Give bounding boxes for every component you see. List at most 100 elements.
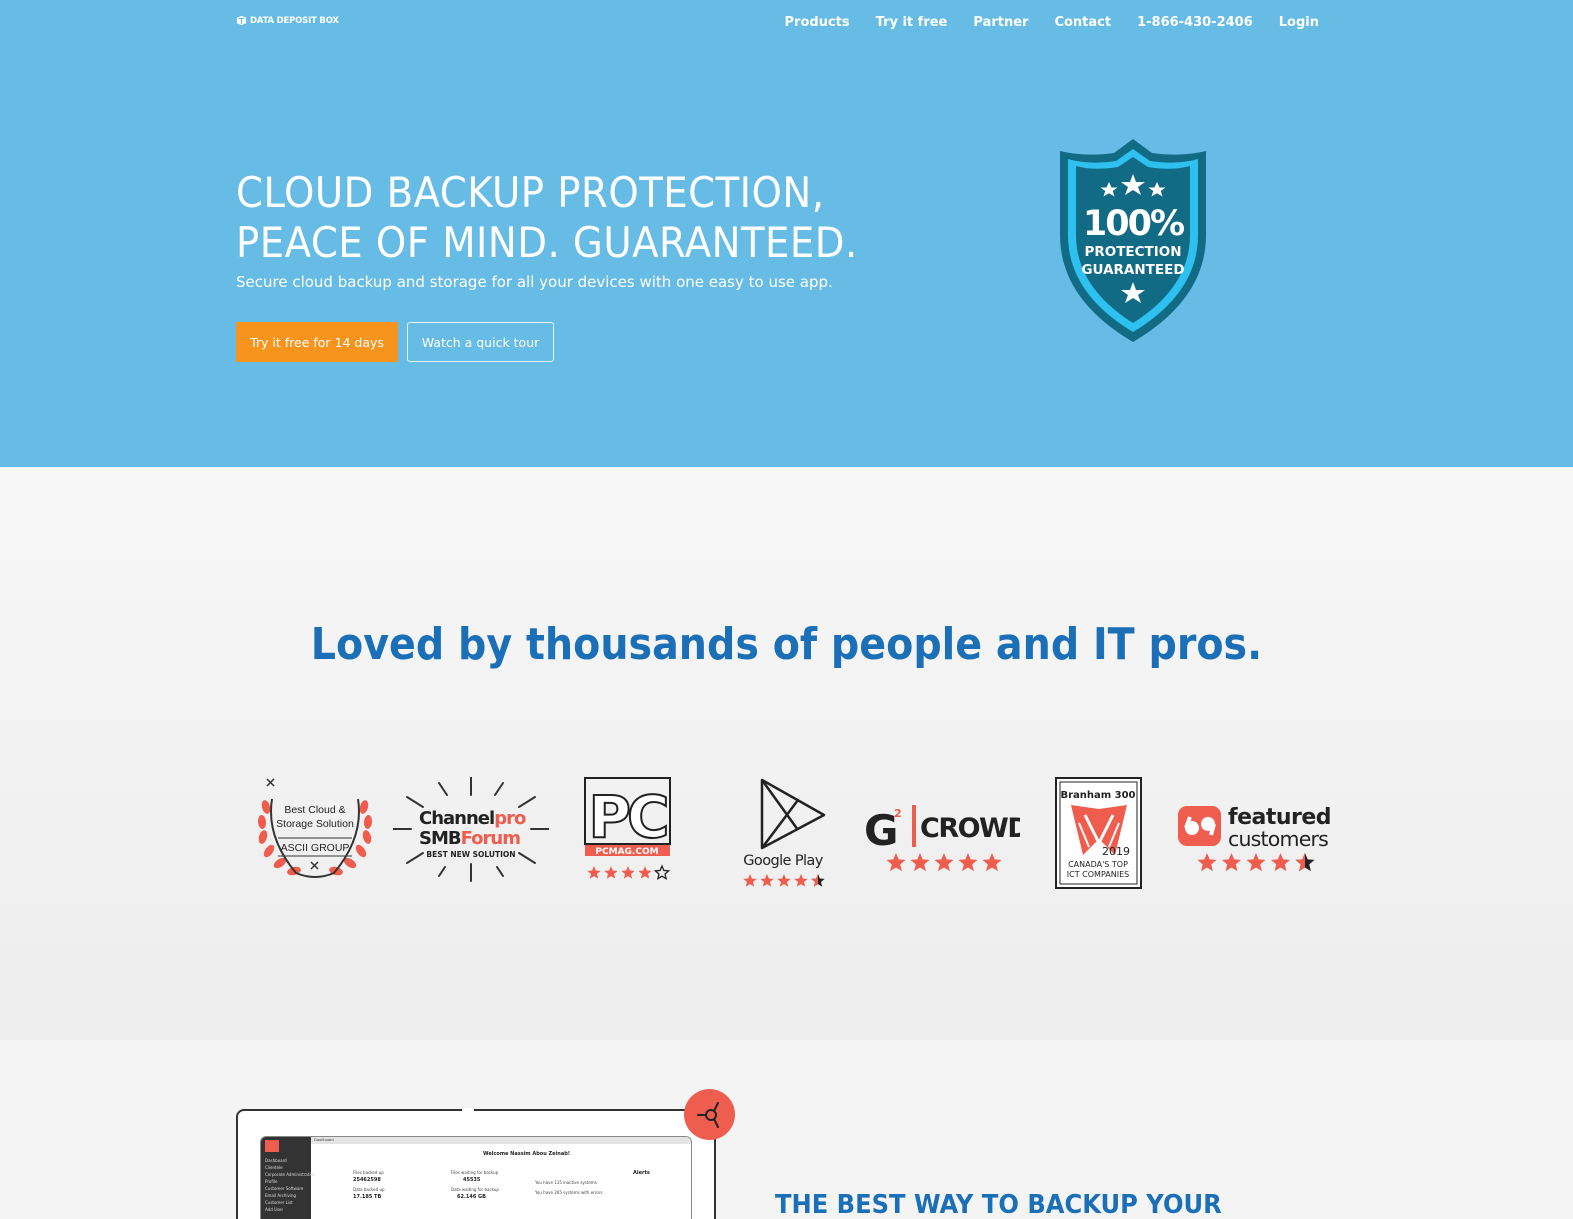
dashboard-data-value: 17.185 TB bbox=[353, 1194, 382, 1200]
star-filled-icon bbox=[1270, 853, 1291, 872]
ascii-line2: Storage Solution bbox=[276, 818, 354, 830]
dashboard-data-waiting-label: Data waiting for backup bbox=[451, 1187, 499, 1192]
dashboard-sidebar-item: Profile bbox=[265, 1179, 278, 1184]
star-filled-icon bbox=[604, 866, 618, 879]
star-empty-icon bbox=[653, 864, 671, 881]
google-play-label: Google Play bbox=[743, 853, 823, 869]
main-nav: Products Try it free Partner Contact 1-8… bbox=[785, 14, 1319, 32]
shield-guaranteed: GUARANTEED bbox=[1081, 262, 1184, 278]
star-filled-icon bbox=[621, 866, 635, 879]
channelpro-line2: SMBForum bbox=[419, 828, 520, 849]
g2-rating-stars bbox=[886, 853, 1002, 872]
channelpro-line3: BEST NEW SOLUTION bbox=[426, 850, 515, 859]
network-node-icon bbox=[697, 1102, 719, 1128]
channelpro-award-badge: Channelpro SMBForum BEST NEW SOLUTION bbox=[393, 777, 549, 882]
g2-logo-sup: 2 bbox=[894, 807, 902, 820]
dashboard-sidebar-item: Customer Software bbox=[265, 1186, 304, 1191]
protection-shield-icon: 100% PROTECTION GUARANTEED bbox=[1060, 139, 1206, 342]
featured-customers-award-badge: featured customers bbox=[1178, 805, 1332, 872]
dashboard-screenshot: Dashboard Clientele Corporate Administra… bbox=[260, 1136, 692, 1219]
channelpro-pro: pro bbox=[494, 808, 526, 829]
google-play-award-badge: Google Play bbox=[743, 778, 826, 887]
featured-rating-stars bbox=[1197, 853, 1315, 872]
google-play-icon bbox=[760, 778, 826, 850]
awards-section: Loved by thousands of people and IT pros… bbox=[0, 467, 1573, 1040]
nav-login[interactable]: Login bbox=[1279, 14, 1319, 32]
branham300-award-badge: Branham 300 2019 CANADA'S TOP ICT COMPAN… bbox=[1055, 777, 1142, 889]
dashboard-data-waiting-value: 62.146 GB bbox=[457, 1194, 486, 1200]
dashboard-sidebar-item: Dashboard bbox=[265, 1158, 287, 1163]
pcmag-domain: PCMAG.COM bbox=[595, 847, 658, 857]
channelpro-smb: SMB bbox=[419, 828, 461, 849]
dashboard-logo-icon bbox=[265, 1140, 279, 1152]
star-filled-icon bbox=[743, 874, 757, 887]
dashboard-main: Dashboard Welcome Nassim Abou Zeinab! Fi… bbox=[311, 1137, 691, 1219]
nav-products[interactable]: Products bbox=[785, 14, 850, 32]
star-filled-icon bbox=[1246, 853, 1266, 872]
star-filled-icon bbox=[1221, 853, 1242, 872]
star-filled-icon bbox=[982, 853, 1002, 872]
try-free-button[interactable]: Try it free for 14 days bbox=[236, 322, 398, 362]
featured-line2: customers bbox=[1228, 827, 1328, 851]
star-filled-icon bbox=[910, 853, 930, 872]
dashboard-alert: You have 265 systems with errors bbox=[535, 1190, 603, 1195]
dashboard-files-label: Files backed up bbox=[353, 1170, 384, 1175]
awards-title: Loved by thousands of people and IT pros… bbox=[310, 619, 1263, 670]
watch-tour-button[interactable]: Watch a quick tour bbox=[407, 322, 554, 362]
pcmag-logo: PC bbox=[588, 783, 666, 851]
dashboard-alert: You have 135 inactive systems bbox=[535, 1180, 597, 1185]
featured-customers-quote-icon bbox=[1178, 806, 1221, 846]
hero-headline-line1: CLOUD BACKUP PROTECTION, bbox=[236, 168, 825, 217]
pcmag-award-badge: PC PCMAG.COM bbox=[584, 777, 671, 881]
star-filled-icon bbox=[934, 853, 954, 872]
laptop-mockup: Dashboard Clientele Corporate Administra… bbox=[236, 1108, 716, 1219]
pcmag-rating-stars bbox=[587, 864, 671, 881]
nav-try-free[interactable]: Try it free bbox=[876, 14, 948, 32]
branham-line3: ICT COMPANIES bbox=[1067, 870, 1129, 879]
brand-logo[interactable]: DATA DEPOSIT BOX bbox=[236, 15, 339, 26]
branham-line1: Branham 300 bbox=[1060, 790, 1135, 801]
dashboard-waiting-label: Files waiting for backup bbox=[451, 1170, 499, 1175]
nav-contact[interactable]: Contact bbox=[1054, 14, 1111, 32]
channelpro-line1: Channelpro bbox=[419, 808, 526, 829]
hero-headline-line2: PEACE OF MIND. GUARANTEED. bbox=[236, 218, 858, 267]
brand-name: DATA DEPOSIT BOX bbox=[250, 15, 339, 26]
dashboard-alerts-title: Alerts bbox=[633, 1170, 650, 1176]
hero-headline: CLOUD BACKUP PROTECTION, PEACE OF MIND. … bbox=[236, 168, 858, 268]
dashboard-files-value: 25462598 bbox=[353, 1177, 381, 1183]
star-filled-icon bbox=[958, 853, 978, 872]
dashboard-tab: Dashboard bbox=[311, 1137, 691, 1144]
dashboard-sidebar-item: Corporate Administration bbox=[265, 1172, 316, 1177]
star-filled-icon bbox=[638, 866, 652, 879]
google-play-rating-stars bbox=[743, 874, 825, 887]
star-filled-icon bbox=[886, 853, 906, 872]
star-filled-icon bbox=[587, 866, 601, 879]
fab-button[interactable] bbox=[684, 1089, 735, 1140]
nav-phone[interactable]: 1-866-430-2406 bbox=[1137, 14, 1253, 32]
dashboard-sidebar-item: Add User bbox=[265, 1207, 284, 1212]
star-filled-icon bbox=[794, 874, 808, 887]
star-filled-icon bbox=[760, 874, 774, 887]
ascii-line1: Best Cloud & bbox=[284, 804, 345, 816]
dashboard-welcome: Welcome Nassim Abou Zeinab! bbox=[483, 1151, 571, 1157]
shield-protection: PROTECTION bbox=[1084, 244, 1181, 260]
dashboard-sidebar-item: Customer List bbox=[265, 1200, 293, 1205]
g2-crowd-award-badge: G 2 CROWD bbox=[864, 805, 1020, 872]
product-title: THE BEST WAY TO BACKUP YOUR bbox=[775, 1190, 1222, 1219]
star-filled-icon bbox=[1197, 853, 1217, 872]
branham-year: 2019 bbox=[1102, 845, 1130, 858]
dashboard-waiting-value: 45535 bbox=[463, 1177, 481, 1183]
ascii-line3: ASCII GROUP bbox=[281, 842, 350, 854]
dashboard-sidebar-item: Email Archiving bbox=[265, 1193, 297, 1198]
star-filled-icon bbox=[777, 874, 791, 887]
laptop-camera-notch bbox=[462, 1108, 474, 1112]
shield-percent: 100% bbox=[1083, 204, 1184, 244]
channelpro-channel: Channel bbox=[419, 808, 494, 829]
product-section: Dashboard Clientele Corporate Administra… bbox=[0, 1040, 1573, 1219]
g2-logo-text: CROWD bbox=[920, 813, 1020, 844]
channelpro-forum: Forum bbox=[461, 828, 521, 849]
nav-partner[interactable]: Partner bbox=[973, 14, 1028, 32]
hero-section: DATA DEPOSIT BOX Products Try it free Pa… bbox=[0, 0, 1573, 467]
dashboard-sidebar-item: Clientele bbox=[265, 1165, 283, 1170]
dashboard-data-label: Data backed up bbox=[353, 1187, 385, 1192]
